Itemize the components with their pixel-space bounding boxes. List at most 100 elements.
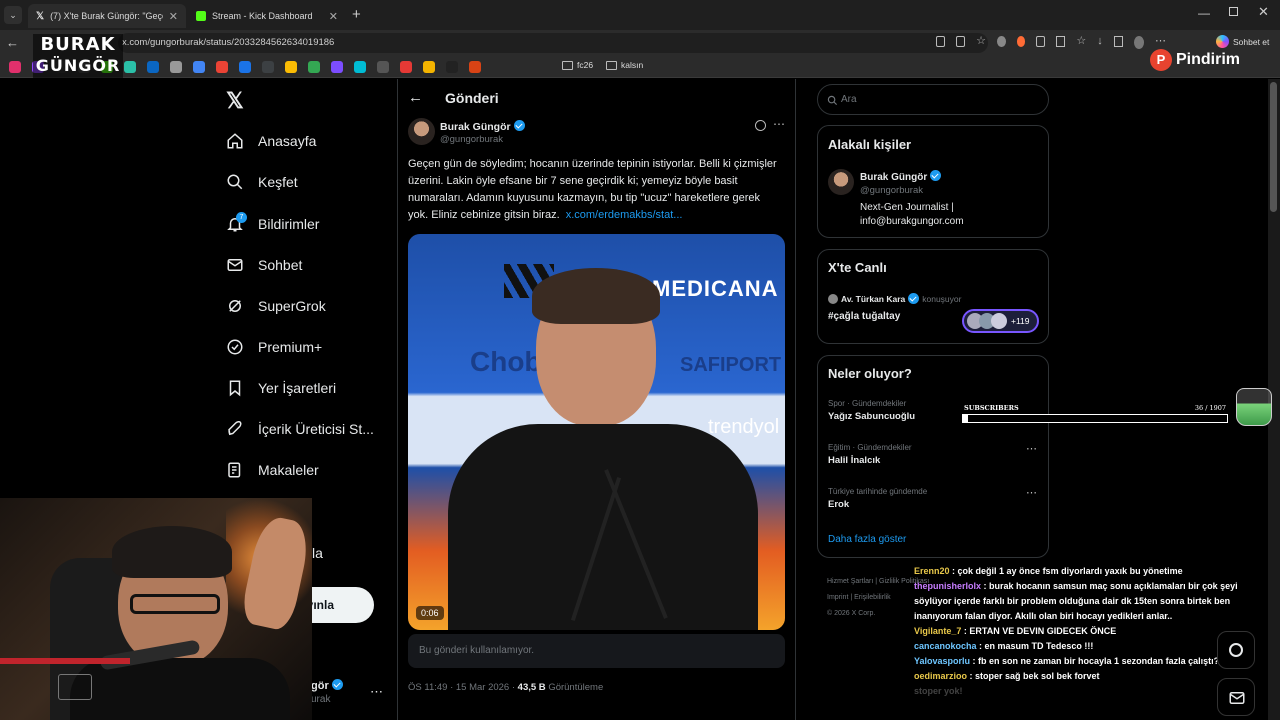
sponsor-chobani: Chob — [470, 346, 542, 377]
grok-icon — [229, 300, 241, 312]
drive-icon[interactable] — [285, 61, 297, 73]
sidebar-item-chat[interactable]: Sohbet — [226, 253, 302, 277]
bookmark-icon[interactable] — [423, 61, 435, 73]
subscriber-goal: SUBSCRIBERS 36 / 1907 — [962, 404, 1228, 424]
x-logo-icon[interactable]: 𝕏 — [226, 88, 244, 114]
extension-icon[interactable] — [997, 36, 1006, 47]
tab-kick-dashboard[interactable]: Stream - Kick Dashboard ✕ — [188, 4, 346, 28]
sidebar-item-explore[interactable]: Keşfet — [226, 170, 298, 194]
trend-item[interactable]: Türkiye tarihinde gündemde Erok — [828, 487, 1040, 510]
copilot-button[interactable]: Sohbet et — [1216, 35, 1269, 48]
bookmark-icon[interactable] — [170, 61, 182, 73]
chat-username[interactable]: thepunisherlolx — [914, 581, 981, 591]
related-name[interactable]: Burak Güngör — [860, 170, 942, 183]
bookmark-icon[interactable] — [400, 61, 412, 73]
post-text: Geçen gün de söyledim; hocanın üzerinde … — [408, 158, 777, 221]
live-host[interactable]: Av. Türkan Kara konuşuyor — [828, 293, 961, 304]
maximize-icon[interactable] — [1229, 7, 1238, 16]
author-avatar[interactable] — [408, 118, 435, 145]
bookmark-icon[interactable] — [469, 61, 481, 73]
favorites-icon[interactable]: ☆ — [1076, 36, 1086, 50]
new-tab-button[interactable]: + — [352, 6, 361, 23]
url-text: x.com/gungorburak/status/203328456263401… — [122, 37, 335, 48]
chat-username[interactable]: Yalovasporlu — [914, 656, 970, 666]
x-favicon-icon: 𝕏 — [36, 10, 45, 22]
close-window-icon[interactable]: ✕ — [1258, 4, 1269, 20]
author-handle[interactable]: @gungorburak — [440, 134, 503, 145]
messages-floating-button[interactable] — [1217, 678, 1255, 716]
search-input[interactable]: Ara — [817, 84, 1049, 115]
profile-name-partial[interactable]: gör — [311, 679, 343, 692]
scrollbar-thumb[interactable] — [1270, 82, 1277, 212]
download-icon[interactable]: ↓ — [1097, 36, 1103, 50]
bookmark-folder-kalsin[interactable]: kalsın — [606, 60, 643, 70]
sidebar-item-home[interactable]: Anasayfa — [226, 129, 316, 153]
instagram-icon[interactable] — [9, 61, 21, 73]
bookmark-folder-fc26[interactable]: fc26 — [562, 60, 593, 70]
sidebar-item-creator-studio[interactable]: İçerik Üreticisi St... — [226, 417, 374, 441]
bookmark-icon[interactable] — [262, 61, 274, 73]
chat-username[interactable]: Erenn20 — [914, 566, 950, 576]
screenshot-icon[interactable] — [1113, 36, 1123, 47]
close-icon[interactable]: ✕ — [329, 10, 338, 23]
gmail-icon[interactable] — [216, 61, 228, 73]
bookmark-icon[interactable] — [124, 61, 136, 73]
live-on-x-card: X'te Canlı Av. Türkan Kara konuşuyor #ça… — [817, 249, 1049, 344]
mail-icon — [227, 259, 243, 271]
trend-more-icon[interactable]: ⋯ — [1026, 442, 1037, 455]
verified-badge-icon — [513, 120, 525, 131]
article-icon — [228, 462, 241, 478]
sidebar-item-articles[interactable]: Makaleler — [226, 458, 319, 482]
chat-message: Erenn20 : çok değil 1 ay önce fsm diyorl… — [914, 564, 1254, 579]
profile-more-icon[interactable]: ⋯ — [370, 684, 383, 700]
tab-list-button[interactable]: ⌄ — [4, 6, 22, 24]
bookmark-icon[interactable] — [446, 61, 458, 73]
post-meta: ÖS 11:49 · 15 Mar 2026 · 43,5 B Görüntül… — [408, 682, 604, 693]
author-name[interactable]: Burak Güngör — [440, 120, 525, 133]
show-more-link[interactable]: Daha fazla göster — [828, 534, 906, 545]
extension-icon[interactable] — [1016, 36, 1026, 47]
subscriber-progress-track — [962, 414, 1228, 423]
sidebar-item-bookmarks[interactable]: Yer İşaretleri — [226, 376, 336, 400]
trend-item[interactable]: Eğitim · Gündemdekiler Halil İnalcık — [828, 443, 1040, 466]
trend-more-icon[interactable]: ⋯ — [1026, 486, 1037, 499]
sidebar-item-supergrok[interactable]: SuperGrok — [226, 294, 326, 318]
minimize-icon[interactable]: — — [1198, 6, 1210, 20]
chat-username[interactable]: cancanokocha — [914, 641, 977, 651]
bookmark-icon[interactable] — [193, 61, 205, 73]
linkedin-icon[interactable] — [147, 61, 159, 73]
sidebar-item-partial[interactable]: la — [312, 545, 323, 561]
live-topic[interactable]: #çağla tuğaltay — [828, 311, 900, 322]
more-icon[interactable]: ⋯ — [1155, 36, 1166, 50]
bookmark-icon[interactable] — [331, 61, 343, 73]
copilot-icon — [1216, 35, 1229, 48]
bookmark-icon[interactable] — [354, 61, 366, 73]
bookmark-icon[interactable] — [377, 61, 389, 73]
back-arrow-icon[interactable]: ← — [408, 89, 423, 106]
back-icon[interactable]: ← — [6, 35, 19, 50]
chat-username[interactable]: Vigilante_7 — [914, 626, 961, 636]
split-icon[interactable] — [1056, 36, 1066, 47]
grok-explain-icon[interactable] — [755, 120, 766, 131]
read-aloud-icon[interactable] — [956, 36, 966, 47]
tab-x-post[interactable]: 𝕏 (7) X'te Burak Güngör: "Geçen gün ✕ — [28, 4, 186, 28]
related-avatar[interactable] — [828, 169, 854, 195]
profile-avatar[interactable] — [1133, 36, 1145, 49]
post-more-icon[interactable]: ⋯ — [773, 117, 785, 131]
star-icon[interactable]: ☆ — [976, 36, 986, 50]
extension-icon[interactable] — [936, 36, 946, 47]
bookmark-icon[interactable] — [308, 61, 320, 73]
close-icon[interactable]: ✕ — [169, 10, 178, 23]
live-listeners[interactable]: +119 — [962, 309, 1039, 333]
bookmark-icon[interactable] — [239, 61, 251, 73]
browser-toolbar-icons[interactable]: ☆ ☆ ↓ ⋯ — [936, 36, 1166, 50]
grok-floating-button[interactable] — [1217, 631, 1255, 669]
chat-username[interactable]: oedimarzioo — [914, 671, 967, 681]
streamer-hair — [112, 526, 232, 578]
post-link[interactable]: x.com/erdemakbs/stat... — [566, 209, 683, 221]
verified-badge-icon — [331, 679, 343, 690]
post-video[interactable]: MEDICANA Chob SAFIPORT trendyol 0:06 — [408, 234, 785, 630]
sidebar-item-premium[interactable]: Premium+ — [226, 335, 322, 359]
puzzle-icon[interactable] — [1036, 36, 1046, 47]
mic-arm-red — [0, 658, 130, 664]
